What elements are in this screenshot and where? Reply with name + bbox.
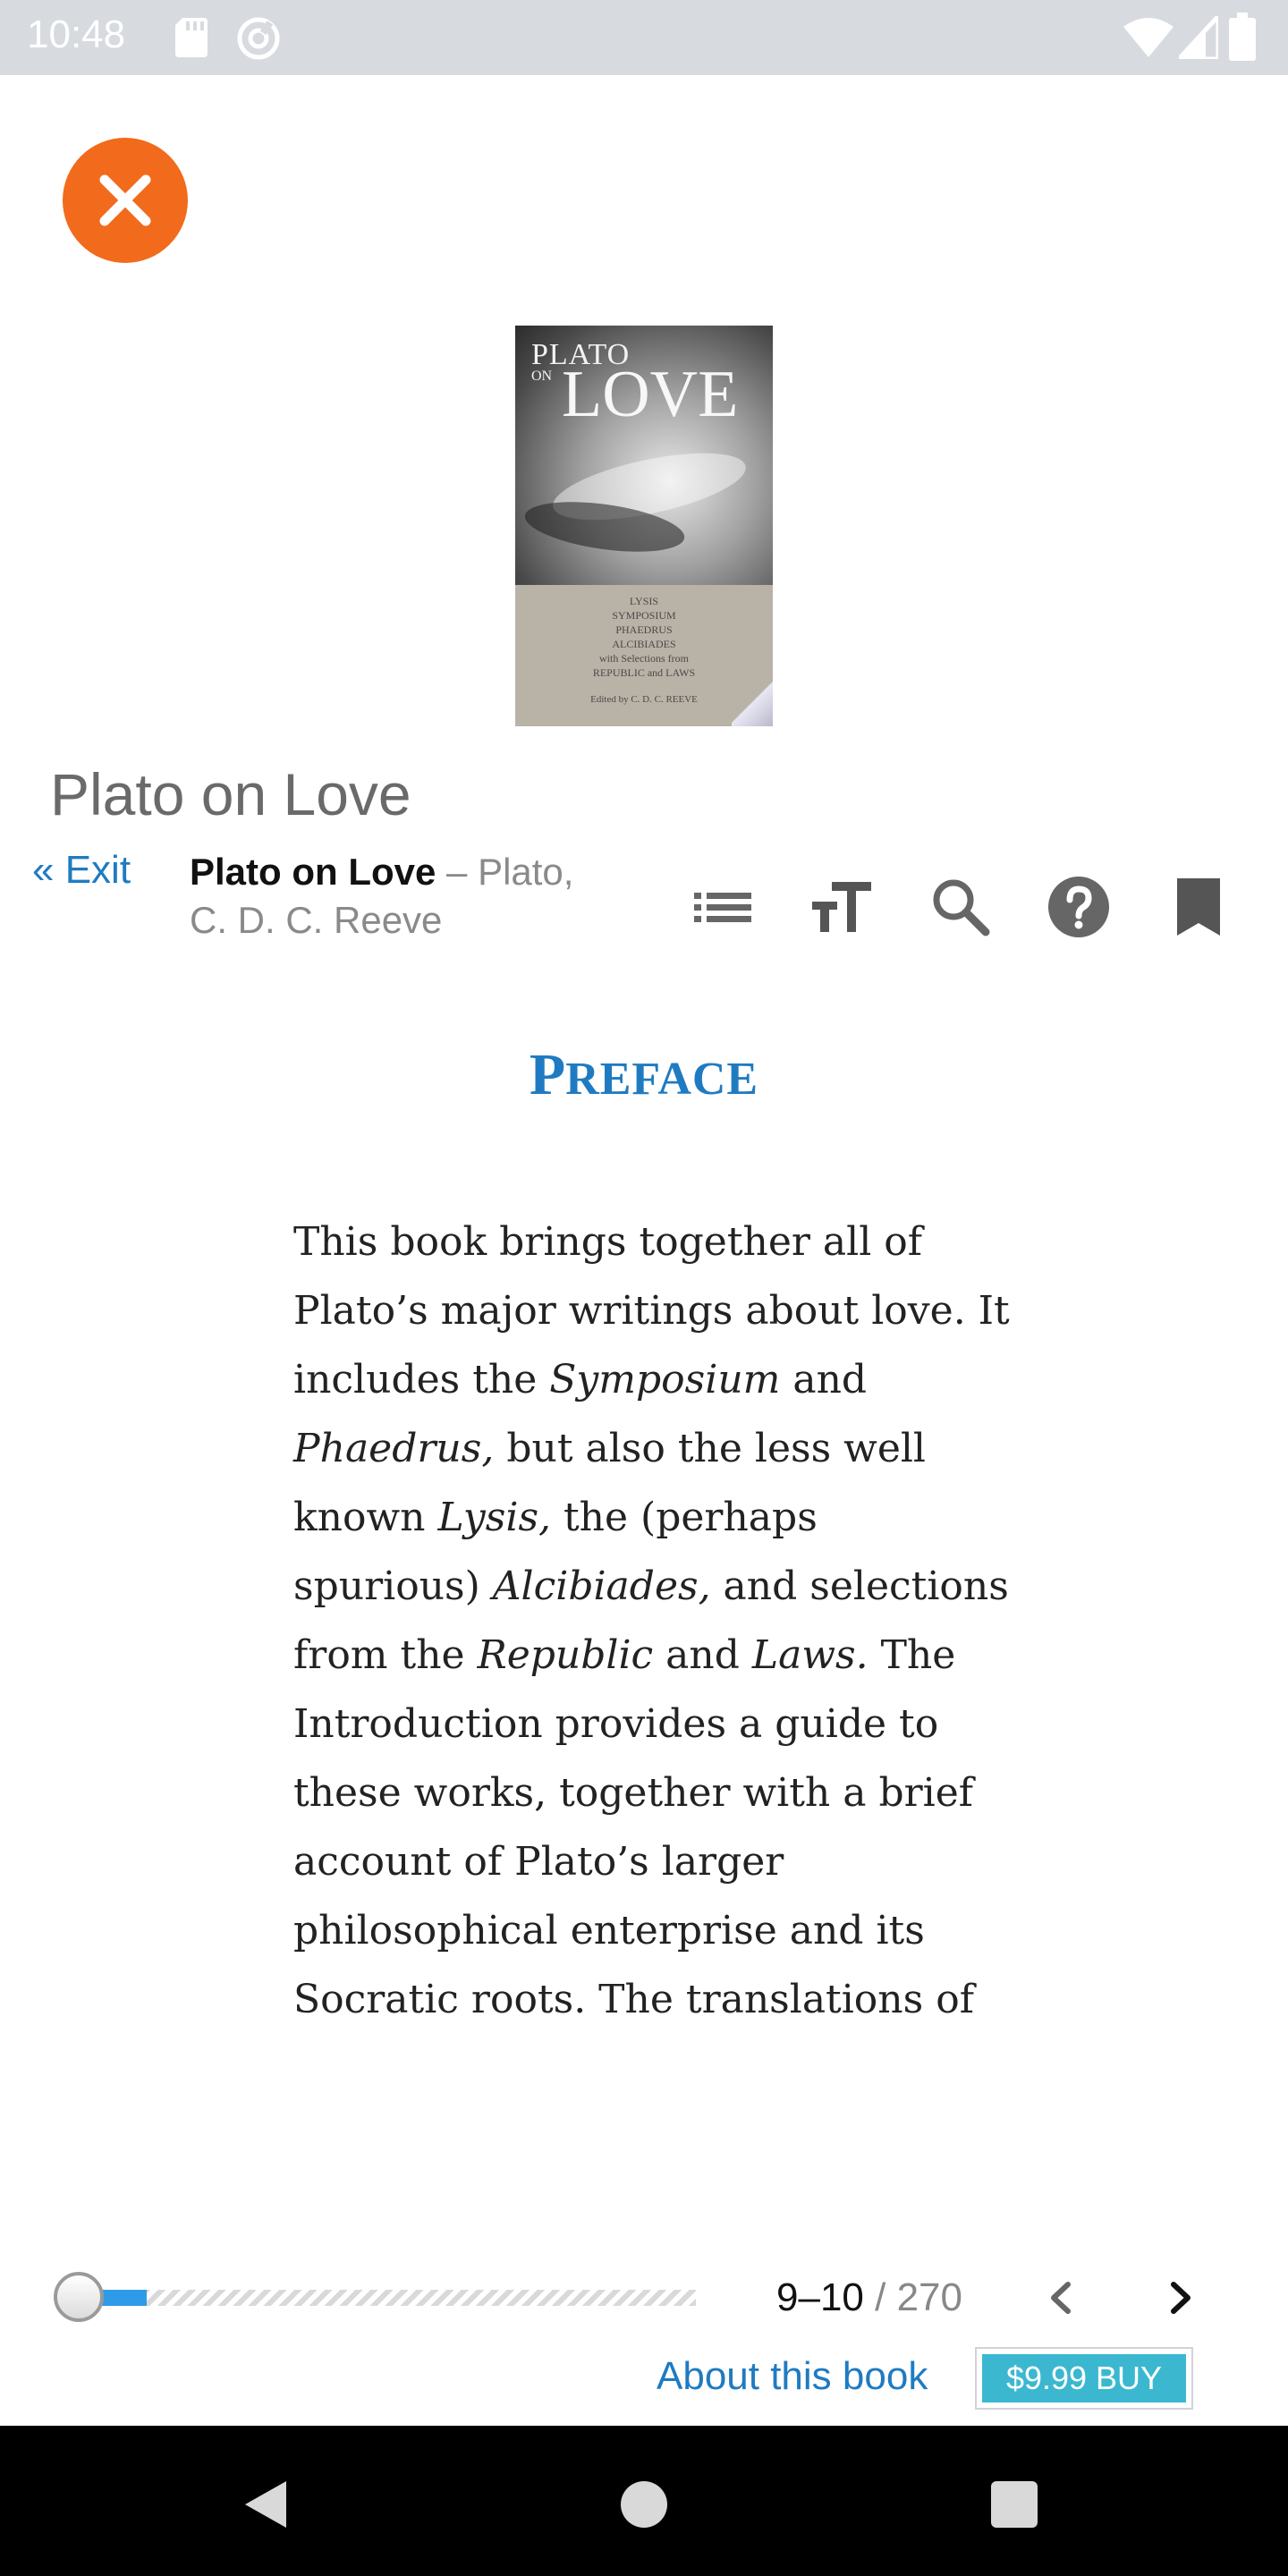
status-time: 10:48 xyxy=(27,13,126,56)
status-bar: 10:48 xyxy=(0,0,1288,75)
exit-link[interactable]: « Exit xyxy=(32,848,131,893)
page-total: / 270 xyxy=(863,2275,962,2319)
chapter-title-rest: REFACE xyxy=(565,1054,759,1105)
battery-icon xyxy=(1229,13,1256,61)
cover-contents-line: ALCIBIADES xyxy=(612,638,676,650)
signal-icon xyxy=(1179,16,1218,59)
text-line: account of Plato’s larger xyxy=(293,1839,784,1885)
text-line: these works, together with a brief xyxy=(293,1770,974,1816)
wifi-icon xyxy=(1123,18,1174,57)
buy-button-label: $9.99 BUY xyxy=(982,2354,1186,2402)
italic-title: Phaedrus, xyxy=(293,1426,495,1471)
text-line: Socratic roots. The translations of xyxy=(293,1977,974,2022)
cover-contents-line: with Selections from xyxy=(599,652,689,665)
text-line: Plato’s major writings about love. It xyxy=(293,1288,1010,1334)
chevron-right-icon xyxy=(1171,2282,1191,2314)
next-page-button[interactable] xyxy=(1148,2267,1211,2329)
progress-thumb[interactable] xyxy=(54,2272,104,2322)
reading-progress-slider[interactable] xyxy=(54,2270,696,2324)
about-this-book-link[interactable]: About this book xyxy=(657,2354,928,2399)
italic-title: Laws. xyxy=(751,1632,869,1678)
home-icon[interactable] xyxy=(621,2481,667,2528)
help-icon xyxy=(1048,877,1109,937)
back-icon[interactable] xyxy=(240,2478,293,2531)
sync-icon xyxy=(237,17,280,60)
cover-contents: LYSIS SYMPOSIUM PHAEDRUS ALCIBIADES with… xyxy=(515,594,773,680)
text-line: This book brings together all of xyxy=(293,1219,923,1265)
text-line: Phaedrus, but also the less well xyxy=(293,1426,926,1471)
bookmark-button[interactable] xyxy=(1165,873,1233,941)
text-line: Introduction provides a guide to xyxy=(293,1701,939,1747)
cover-contents-line: PHAEDRUS xyxy=(615,623,673,636)
progress-track xyxy=(79,2290,696,2306)
cover-title-line3: LOVE xyxy=(562,358,739,431)
italic-title: Alcibiades, xyxy=(492,1563,711,1609)
italic-title: Lysis, xyxy=(437,1495,552,1540)
chevron-left-icon xyxy=(1051,2282,1071,2314)
text-line: spurious) Alcibiades, and selections xyxy=(293,1563,1009,1609)
page-current: 9–10 xyxy=(776,2275,864,2319)
toolbar-author-line2: C. D. C. Reeve xyxy=(190,899,443,941)
toolbar-book-info: Plato on Love – Plato, C. D. C. Reeve xyxy=(190,848,637,945)
book-cover-image: PLATO ON LOVE LYSIS SYMPOSIUM PHAEDRUS A… xyxy=(515,326,773,726)
close-icon xyxy=(99,174,151,226)
text-line: includes the Symposium and xyxy=(293,1357,868,1402)
toolbar-book-title: Plato on Love xyxy=(190,851,436,893)
help-button[interactable] xyxy=(1045,873,1113,941)
cover-contents-line: LYSIS xyxy=(629,595,659,607)
italic-title: Republic xyxy=(477,1632,654,1678)
toc-button[interactable] xyxy=(689,873,757,941)
chapter-title: PREFACE xyxy=(0,1041,1288,1109)
text-line: known Lysis, the (perhaps xyxy=(293,1495,818,1540)
font-size-button[interactable] xyxy=(809,873,877,941)
previous-page-button[interactable] xyxy=(1030,2267,1093,2329)
cover-contents-line: SYMPOSIUM xyxy=(612,609,676,622)
sd-card-icon xyxy=(175,18,208,57)
search-button[interactable] xyxy=(927,873,995,941)
page-curl-icon xyxy=(732,676,773,726)
text-line: from the Republic and Laws. The xyxy=(293,1632,956,1678)
recent-apps-icon[interactable] xyxy=(991,2481,1038,2528)
chapter-title-initial: P xyxy=(529,1042,566,1107)
system-navigation-bar xyxy=(0,2426,1288,2576)
search-icon xyxy=(933,879,990,936)
bookmark-icon xyxy=(1177,878,1220,936)
font-size-icon xyxy=(812,882,871,932)
buy-button[interactable]: $9.99 BUY xyxy=(975,2347,1193,2410)
page-indicator: 9–10 / 270 xyxy=(776,2275,962,2320)
text-line: philosophical enterprise and its xyxy=(293,1908,925,1953)
book-title-heading: Plato on Love xyxy=(50,761,411,827)
toolbar-separator: – xyxy=(436,851,479,893)
toolbar-author-line1: Plato, xyxy=(478,851,574,893)
italic-title: Symposium xyxy=(549,1357,781,1402)
reading-text: This book brings together all of Plato’s … xyxy=(293,1208,1010,2034)
cover-title-line2: ON xyxy=(531,369,553,384)
close-button[interactable] xyxy=(63,138,188,263)
toc-icon xyxy=(694,893,751,922)
